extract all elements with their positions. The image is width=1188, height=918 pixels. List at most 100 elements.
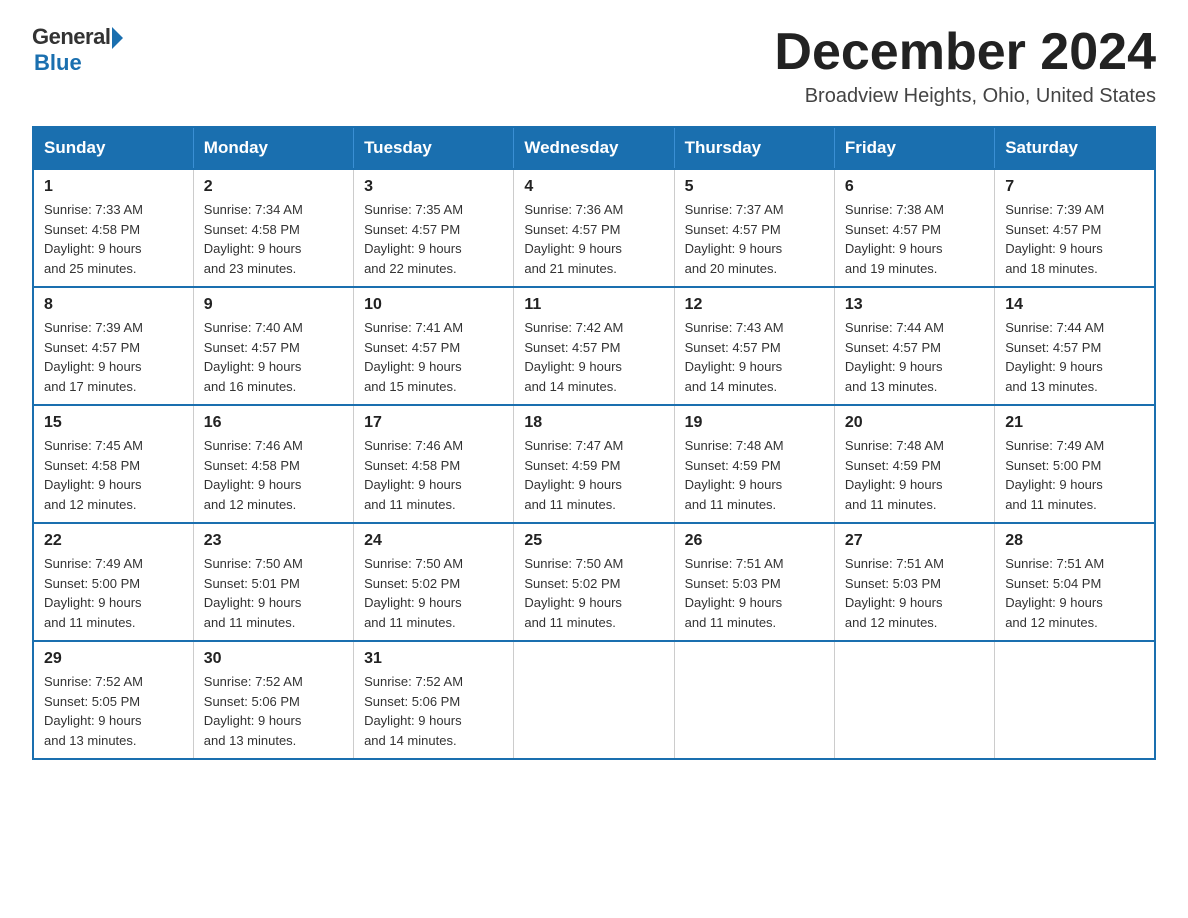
sunset-label: Sunset: 4:57 PM [364,340,460,355]
calendar-cell: 9 Sunrise: 7:40 AM Sunset: 4:57 PM Dayli… [193,287,353,405]
day-info: Sunrise: 7:39 AM Sunset: 4:57 PM Dayligh… [1005,200,1144,278]
day-info: Sunrise: 7:51 AM Sunset: 5:03 PM Dayligh… [845,554,984,632]
day-info: Sunrise: 7:36 AM Sunset: 4:57 PM Dayligh… [524,200,663,278]
calendar-cell: 19 Sunrise: 7:48 AM Sunset: 4:59 PM Dayl… [674,405,834,523]
calendar-cell: 31 Sunrise: 7:52 AM Sunset: 5:06 PM Dayl… [354,641,514,759]
day-info: Sunrise: 7:37 AM Sunset: 4:57 PM Dayligh… [685,200,824,278]
calendar-cell: 5 Sunrise: 7:37 AM Sunset: 4:57 PM Dayli… [674,169,834,287]
sunset-label: Sunset: 4:57 PM [1005,340,1101,355]
day-header-thursday: Thursday [674,127,834,169]
day-number: 12 [685,296,824,314]
day-info: Sunrise: 7:49 AM Sunset: 5:00 PM Dayligh… [1005,436,1144,514]
sunrise-label: Sunrise: 7:52 AM [204,674,303,689]
sunrise-label: Sunrise: 7:50 AM [524,556,623,571]
week-row-1: 1 Sunrise: 7:33 AM Sunset: 4:58 PM Dayli… [33,169,1155,287]
calendar-cell [674,641,834,759]
day-number: 14 [1005,296,1144,314]
day-number: 6 [845,178,984,196]
sunset-label: Sunset: 5:03 PM [685,576,781,591]
sunset-label: Sunset: 4:57 PM [364,222,460,237]
calendar-cell: 8 Sunrise: 7:39 AM Sunset: 4:57 PM Dayli… [33,287,193,405]
calendar-cell: 28 Sunrise: 7:51 AM Sunset: 5:04 PM Dayl… [995,523,1155,641]
calendar-cell: 13 Sunrise: 7:44 AM Sunset: 4:57 PM Dayl… [834,287,994,405]
day-number: 28 [1005,532,1144,550]
sunrise-label: Sunrise: 7:48 AM [845,438,944,453]
calendar-cell: 29 Sunrise: 7:52 AM Sunset: 5:05 PM Dayl… [33,641,193,759]
daylight-label: Daylight: 9 hoursand 11 minutes. [524,595,622,630]
sunrise-label: Sunrise: 7:49 AM [1005,438,1104,453]
calendar-table: SundayMondayTuesdayWednesdayThursdayFrid… [32,126,1156,760]
day-number: 2 [204,178,343,196]
day-number: 23 [204,532,343,550]
sunrise-label: Sunrise: 7:39 AM [1005,202,1104,217]
day-info: Sunrise: 7:42 AM Sunset: 4:57 PM Dayligh… [524,318,663,396]
calendar-cell: 1 Sunrise: 7:33 AM Sunset: 4:58 PM Dayli… [33,169,193,287]
sunset-label: Sunset: 4:57 PM [685,340,781,355]
sunrise-label: Sunrise: 7:50 AM [364,556,463,571]
calendar-cell: 15 Sunrise: 7:45 AM Sunset: 4:58 PM Dayl… [33,405,193,523]
day-info: Sunrise: 7:51 AM Sunset: 5:03 PM Dayligh… [685,554,824,632]
calendar-cell: 26 Sunrise: 7:51 AM Sunset: 5:03 PM Dayl… [674,523,834,641]
calendar-cell: 16 Sunrise: 7:46 AM Sunset: 4:58 PM Dayl… [193,405,353,523]
day-number: 9 [204,296,343,314]
week-row-2: 8 Sunrise: 7:39 AM Sunset: 4:57 PM Dayli… [33,287,1155,405]
day-info: Sunrise: 7:52 AM Sunset: 5:06 PM Dayligh… [204,672,343,750]
sunrise-label: Sunrise: 7:45 AM [44,438,143,453]
calendar-cell: 20 Sunrise: 7:48 AM Sunset: 4:59 PM Dayl… [834,405,994,523]
logo-arrow-icon [112,27,123,49]
day-number: 11 [524,296,663,314]
calendar-cell [834,641,994,759]
sunset-label: Sunset: 4:57 PM [44,340,140,355]
daylight-label: Daylight: 9 hoursand 23 minutes. [204,241,302,276]
sunrise-label: Sunrise: 7:46 AM [204,438,303,453]
calendar-cell: 21 Sunrise: 7:49 AM Sunset: 5:00 PM Dayl… [995,405,1155,523]
sunset-label: Sunset: 5:04 PM [1005,576,1101,591]
sunset-label: Sunset: 5:00 PM [44,576,140,591]
day-number: 3 [364,178,503,196]
day-number: 24 [364,532,503,550]
sunrise-label: Sunrise: 7:52 AM [364,674,463,689]
daylight-label: Daylight: 9 hoursand 14 minutes. [685,359,783,394]
day-info: Sunrise: 7:34 AM Sunset: 4:58 PM Dayligh… [204,200,343,278]
calendar-cell: 7 Sunrise: 7:39 AM Sunset: 4:57 PM Dayli… [995,169,1155,287]
sunrise-label: Sunrise: 7:47 AM [524,438,623,453]
sunset-label: Sunset: 5:01 PM [204,576,300,591]
sunrise-label: Sunrise: 7:52 AM [44,674,143,689]
day-info: Sunrise: 7:46 AM Sunset: 4:58 PM Dayligh… [204,436,343,514]
day-headers-row: SundayMondayTuesdayWednesdayThursdayFrid… [33,127,1155,169]
daylight-label: Daylight: 9 hoursand 20 minutes. [685,241,783,276]
sunrise-label: Sunrise: 7:35 AM [364,202,463,217]
daylight-label: Daylight: 9 hoursand 11 minutes. [845,477,943,512]
daylight-label: Daylight: 9 hoursand 13 minutes. [845,359,943,394]
day-number: 25 [524,532,663,550]
sunset-label: Sunset: 5:03 PM [845,576,941,591]
day-info: Sunrise: 7:39 AM Sunset: 4:57 PM Dayligh… [44,318,183,396]
location-subtitle: Broadview Heights, Ohio, United States [774,85,1156,108]
daylight-label: Daylight: 9 hoursand 13 minutes. [1005,359,1103,394]
daylight-label: Daylight: 9 hoursand 12 minutes. [44,477,142,512]
daylight-label: Daylight: 9 hoursand 12 minutes. [204,477,302,512]
sunrise-label: Sunrise: 7:33 AM [44,202,143,217]
daylight-label: Daylight: 9 hoursand 11 minutes. [364,477,462,512]
sunset-label: Sunset: 4:57 PM [845,222,941,237]
day-number: 7 [1005,178,1144,196]
page-header: General Blue December 2024 Broadview Hei… [32,24,1156,108]
calendar-cell: 25 Sunrise: 7:50 AM Sunset: 5:02 PM Dayl… [514,523,674,641]
day-info: Sunrise: 7:46 AM Sunset: 4:58 PM Dayligh… [364,436,503,514]
sunset-label: Sunset: 5:02 PM [524,576,620,591]
daylight-label: Daylight: 9 hoursand 11 minutes. [685,477,783,512]
sunset-label: Sunset: 4:59 PM [685,458,781,473]
sunset-label: Sunset: 5:06 PM [364,694,460,709]
week-row-5: 29 Sunrise: 7:52 AM Sunset: 5:05 PM Dayl… [33,641,1155,759]
day-info: Sunrise: 7:50 AM Sunset: 5:01 PM Dayligh… [204,554,343,632]
day-header-saturday: Saturday [995,127,1155,169]
day-info: Sunrise: 7:52 AM Sunset: 5:05 PM Dayligh… [44,672,183,750]
sunrise-label: Sunrise: 7:50 AM [204,556,303,571]
daylight-label: Daylight: 9 hoursand 11 minutes. [1005,477,1103,512]
sunrise-label: Sunrise: 7:42 AM [524,320,623,335]
day-info: Sunrise: 7:40 AM Sunset: 4:57 PM Dayligh… [204,318,343,396]
day-header-wednesday: Wednesday [514,127,674,169]
calendar-cell: 23 Sunrise: 7:50 AM Sunset: 5:01 PM Dayl… [193,523,353,641]
day-info: Sunrise: 7:35 AM Sunset: 4:57 PM Dayligh… [364,200,503,278]
sunrise-label: Sunrise: 7:51 AM [845,556,944,571]
